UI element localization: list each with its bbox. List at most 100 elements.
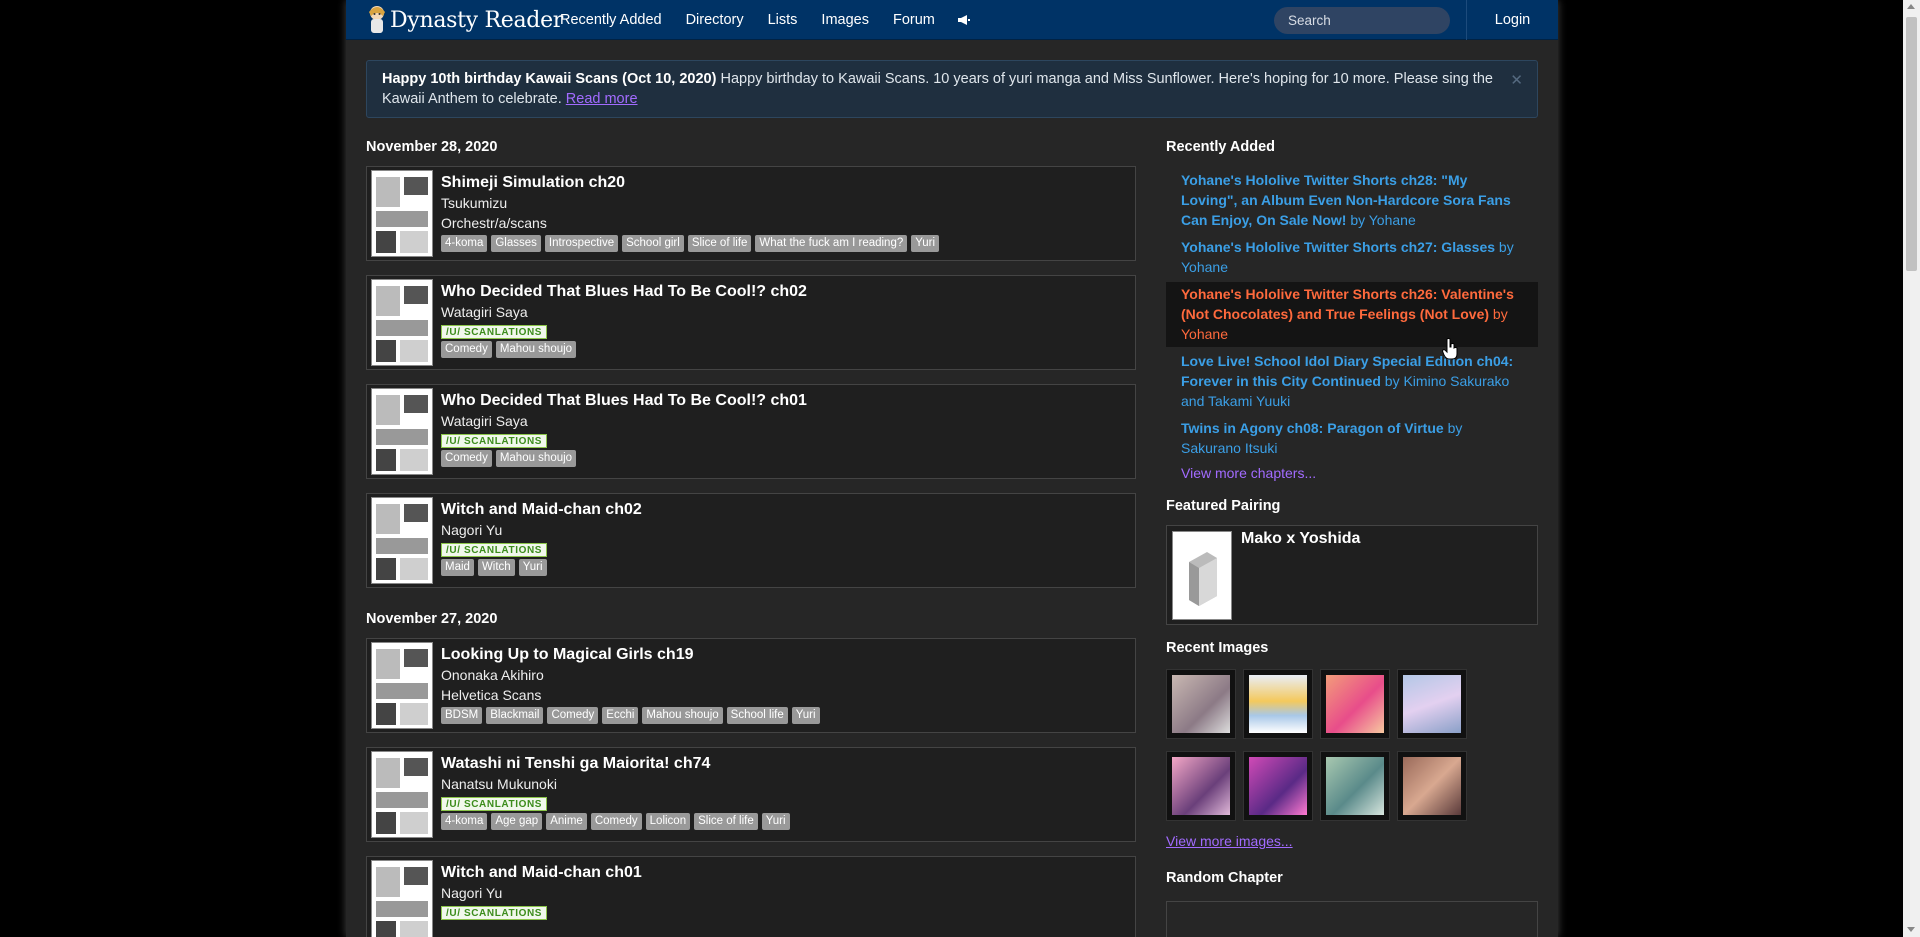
chapter-thumbnail[interactable] [371,497,433,584]
tag[interactable]: Glasses [491,235,541,252]
tag[interactable]: Mahou shoujo [495,450,577,467]
recent-image[interactable] [1243,669,1313,739]
chapter-author[interactable]: Watagiri Saya [441,411,807,431]
tag[interactable]: Comedy [547,707,599,724]
read-more-link[interactable]: Read more [566,91,638,107]
tag[interactable]: School life [726,707,788,724]
tag[interactable]: Yuri [761,813,790,830]
recent-image[interactable] [1320,751,1390,821]
recent-image[interactable] [1166,751,1236,821]
tag[interactable]: BDSM [441,707,483,724]
recent-author[interactable]: by Yohane [1350,212,1415,228]
chapter-author[interactable]: Ononaka Akihiro [441,665,824,685]
recent-title[interactable]: Yohane's Hololive Twitter Shorts ch28: "… [1181,172,1511,228]
chapter-author[interactable]: Watagiri Saya [441,302,807,322]
recent-item[interactable]: Yohane's Hololive Twitter Shorts ch28: "… [1166,168,1538,233]
chapter-title[interactable]: Looking Up to Magical Girls ch19 [441,645,824,665]
scanlator-badge[interactable]: /U/ SCANLATIONS [441,543,548,557]
tag[interactable]: Blackmail [486,707,544,724]
chapter-title[interactable]: Witch and Maid-chan ch02 [441,500,642,520]
tag[interactable]: Slice of life [694,813,758,830]
nav-images[interactable]: Images [809,0,881,40]
view-more-images-link[interactable]: View more images... [1166,831,1538,851]
chapter-item[interactable]: Looking Up to Magical Girls ch19 Ononaka… [366,638,1136,733]
recent-image[interactable] [1166,669,1236,739]
nav-recently-added[interactable]: Recently Added [548,0,674,40]
chapter-item[interactable]: Witch and Maid-chan ch01 Nagori Yu /U/ S… [366,856,1136,937]
recent-image[interactable] [1397,669,1467,739]
chapter-thumbnail[interactable] [371,388,433,475]
tag[interactable]: 4-koma [441,235,488,252]
nav-announcements[interactable] [947,0,981,40]
chapter-title[interactable]: Who Decided That Blues Had To Be Cool!? … [441,391,807,411]
tag[interactable]: Yuri [911,235,940,252]
tag[interactable]: What the fuck am I reading? [755,235,908,252]
scanlator-badge[interactable]: /U/ SCANLATIONS [441,906,548,920]
tag[interactable]: Mahou shoujo [642,707,723,724]
close-icon[interactable]: ✕ [1510,71,1523,91]
recent-title[interactable]: Twins in Agony ch08: Paragon of Virtue [1181,420,1444,436]
chapter-thumbnail[interactable] [371,751,433,838]
chapter-author[interactable]: Nanatsu Mukunoki [441,774,794,794]
chapter-thumbnail[interactable] [371,279,433,366]
tag[interactable]: Comedy [441,341,492,358]
scroll-down-arrow-icon[interactable] [1907,927,1915,932]
recent-image[interactable] [1397,751,1467,821]
random-chapter-card[interactable] [1166,901,1538,937]
tag[interactable]: Witch [477,559,515,576]
tag[interactable]: 4-koma [441,813,488,830]
pairing-name[interactable]: Mako x Yoshida [1241,530,1360,548]
recent-title[interactable]: Yohane's Hololive Twitter Shorts ch27: G… [1181,239,1495,255]
tag[interactable]: Yuri [518,559,547,576]
page-scrollbar[interactable] [1903,0,1920,937]
tag[interactable]: Yuri [791,707,820,724]
recent-item-hovered[interactable]: Yohane's Hololive Twitter Shorts ch26: V… [1166,282,1538,347]
chapter-author[interactable]: Nagori Yu [441,883,642,903]
brand-logo[interactable]: Dynasty Reader [366,2,563,38]
recent-image[interactable] [1320,669,1390,739]
chapter-author[interactable]: Nagori Yu [441,520,642,540]
tag[interactable]: Age gap [491,813,543,830]
tag[interactable]: Maid [441,559,474,576]
scroll-thumb[interactable] [1906,17,1917,271]
recent-title[interactable]: Yohane's Hololive Twitter Shorts ch26: V… [1181,286,1514,322]
chapter-item[interactable]: Who Decided That Blues Had To Be Cool!? … [366,275,1136,370]
chapter-title[interactable]: Watashi ni Tenshi ga Maiorita! ch74 [441,754,794,774]
recent-item[interactable]: Yohane's Hololive Twitter Shorts ch27: G… [1166,235,1538,280]
chapter-title[interactable]: Who Decided That Blues Had To Be Cool!? … [441,282,807,302]
chapter-item[interactable]: Watashi ni Tenshi ga Maiorita! ch74 Nana… [366,747,1136,842]
chapter-scanlator[interactable]: Helvetica Scans [441,685,824,705]
pairing-image[interactable] [1172,531,1232,620]
tag[interactable]: Comedy [441,450,492,467]
nav-lists[interactable]: Lists [756,0,810,40]
chapter-item[interactable]: Who Decided That Blues Had To Be Cool!? … [366,384,1136,479]
nav-directory[interactable]: Directory [674,0,756,40]
tag[interactable]: Lolicon [645,813,691,830]
tag[interactable]: Introspective [544,235,619,252]
chapter-author[interactable]: Tsukumizu [441,193,943,213]
recent-item[interactable]: Twins in Agony ch08: Paragon of Virtue b… [1166,416,1538,461]
featured-pairing-card[interactable]: Mako x Yoshida [1166,525,1538,625]
chapter-scanlator[interactable]: Orchestr/a/scans [441,213,943,233]
scanlator-badge[interactable]: /U/ SCANLATIONS [441,325,548,339]
scanlator-badge[interactable]: /U/ SCANLATIONS [441,797,548,811]
chapter-item[interactable]: Witch and Maid-chan ch02 Nagori Yu /U/ S… [366,493,1136,588]
chapter-thumbnail[interactable] [371,642,433,729]
scanlator-badge[interactable]: /U/ SCANLATIONS [441,434,548,448]
chapter-title[interactable]: Witch and Maid-chan ch01 [441,863,642,883]
chapter-thumbnail[interactable] [371,170,433,257]
login-button[interactable]: Login [1466,0,1558,40]
chapter-item[interactable]: Shimeji Simulation ch20 Tsukumizu Orches… [366,166,1136,261]
nav-forum[interactable]: Forum [881,0,947,40]
chapter-title[interactable]: Shimeji Simulation ch20 [441,173,943,193]
tag[interactable]: Ecchi [602,707,639,724]
tag[interactable]: Slice of life [687,235,752,252]
scroll-up-arrow-icon[interactable] [1907,4,1915,9]
view-more-chapters-link[interactable]: View more chapters... [1166,463,1538,483]
tag[interactable]: Comedy [590,813,642,830]
search-input[interactable] [1274,7,1450,34]
recent-image[interactable] [1243,751,1313,821]
recent-item[interactable]: Love Live! School Idol Diary Special Edi… [1166,349,1538,414]
chapter-thumbnail[interactable] [371,860,433,937]
tag[interactable]: School girl [622,235,684,252]
